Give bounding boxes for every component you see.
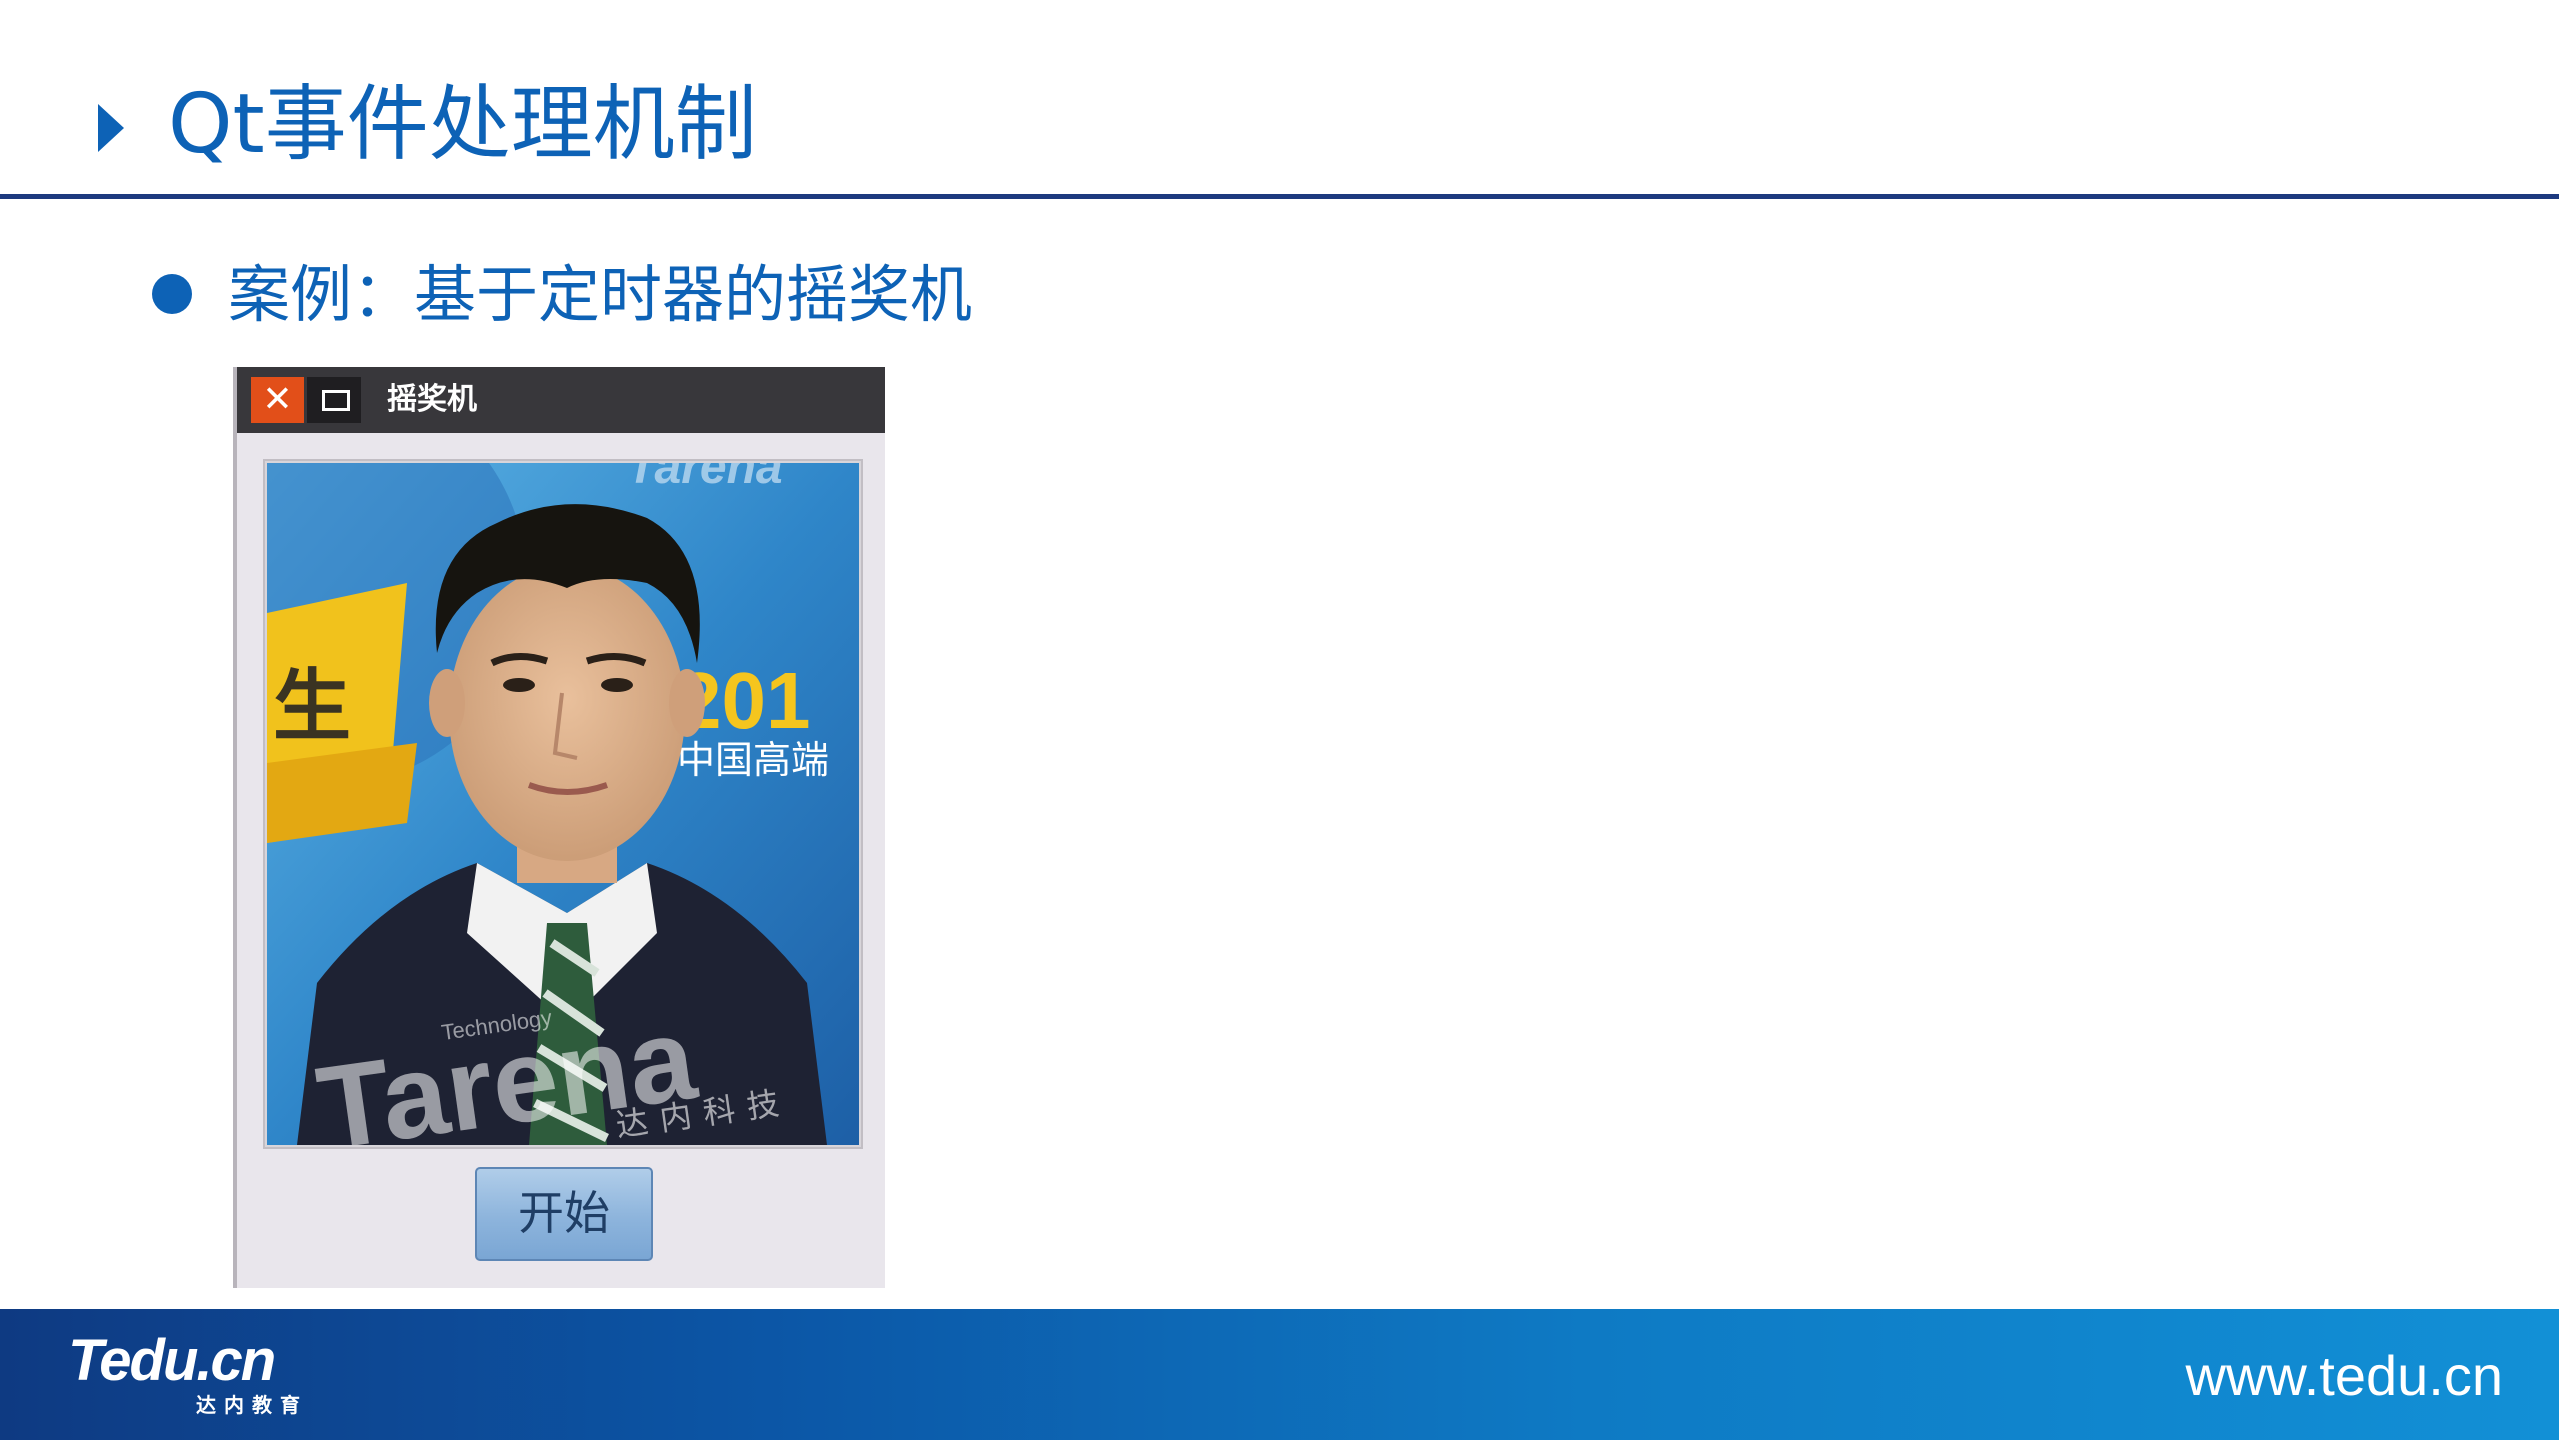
maximize-icon[interactable]: [307, 377, 361, 423]
slide-title: Qt事件处理机制: [168, 77, 757, 172]
start-button[interactable]: 开始: [475, 1167, 653, 1261]
tedu-logo[interactable]: Tedu.cn: [68, 1329, 276, 1393]
title-arrow-icon: [98, 104, 124, 152]
bullet-text: 案例：基于定时器的摇奖机: [228, 258, 973, 331]
portrait-photo: 生 Tarena 201 中国高端 Tarena Technology 达内科技: [267, 463, 859, 1145]
window-titlebar: ✕ 摇奖机: [237, 367, 885, 433]
bullet-dot-icon: [152, 274, 192, 314]
photo-char-left: 生: [273, 662, 351, 752]
tedu-logo-subtitle: 达内教育: [196, 1393, 308, 1417]
title-divider: [0, 194, 2559, 199]
window-title: 摇奖机: [387, 382, 477, 417]
photo-banner: 中国高端: [677, 738, 829, 782]
footer-url[interactable]: www.tedu.cn: [2186, 1343, 2504, 1409]
footer-bar: Tedu.cn 达内教育 www.tedu.cn: [0, 1309, 2559, 1440]
photo-brand-top: Tarena: [627, 463, 783, 494]
lottery-app-window: ✕ 摇奖机 生 Tarena 201 中国高端 Tarena Technolog…: [233, 367, 885, 1288]
close-icon[interactable]: ✕: [251, 377, 304, 423]
photo-frame: 生 Tarena 201 中国高端 Tarena Technology 达内科技: [263, 459, 863, 1149]
